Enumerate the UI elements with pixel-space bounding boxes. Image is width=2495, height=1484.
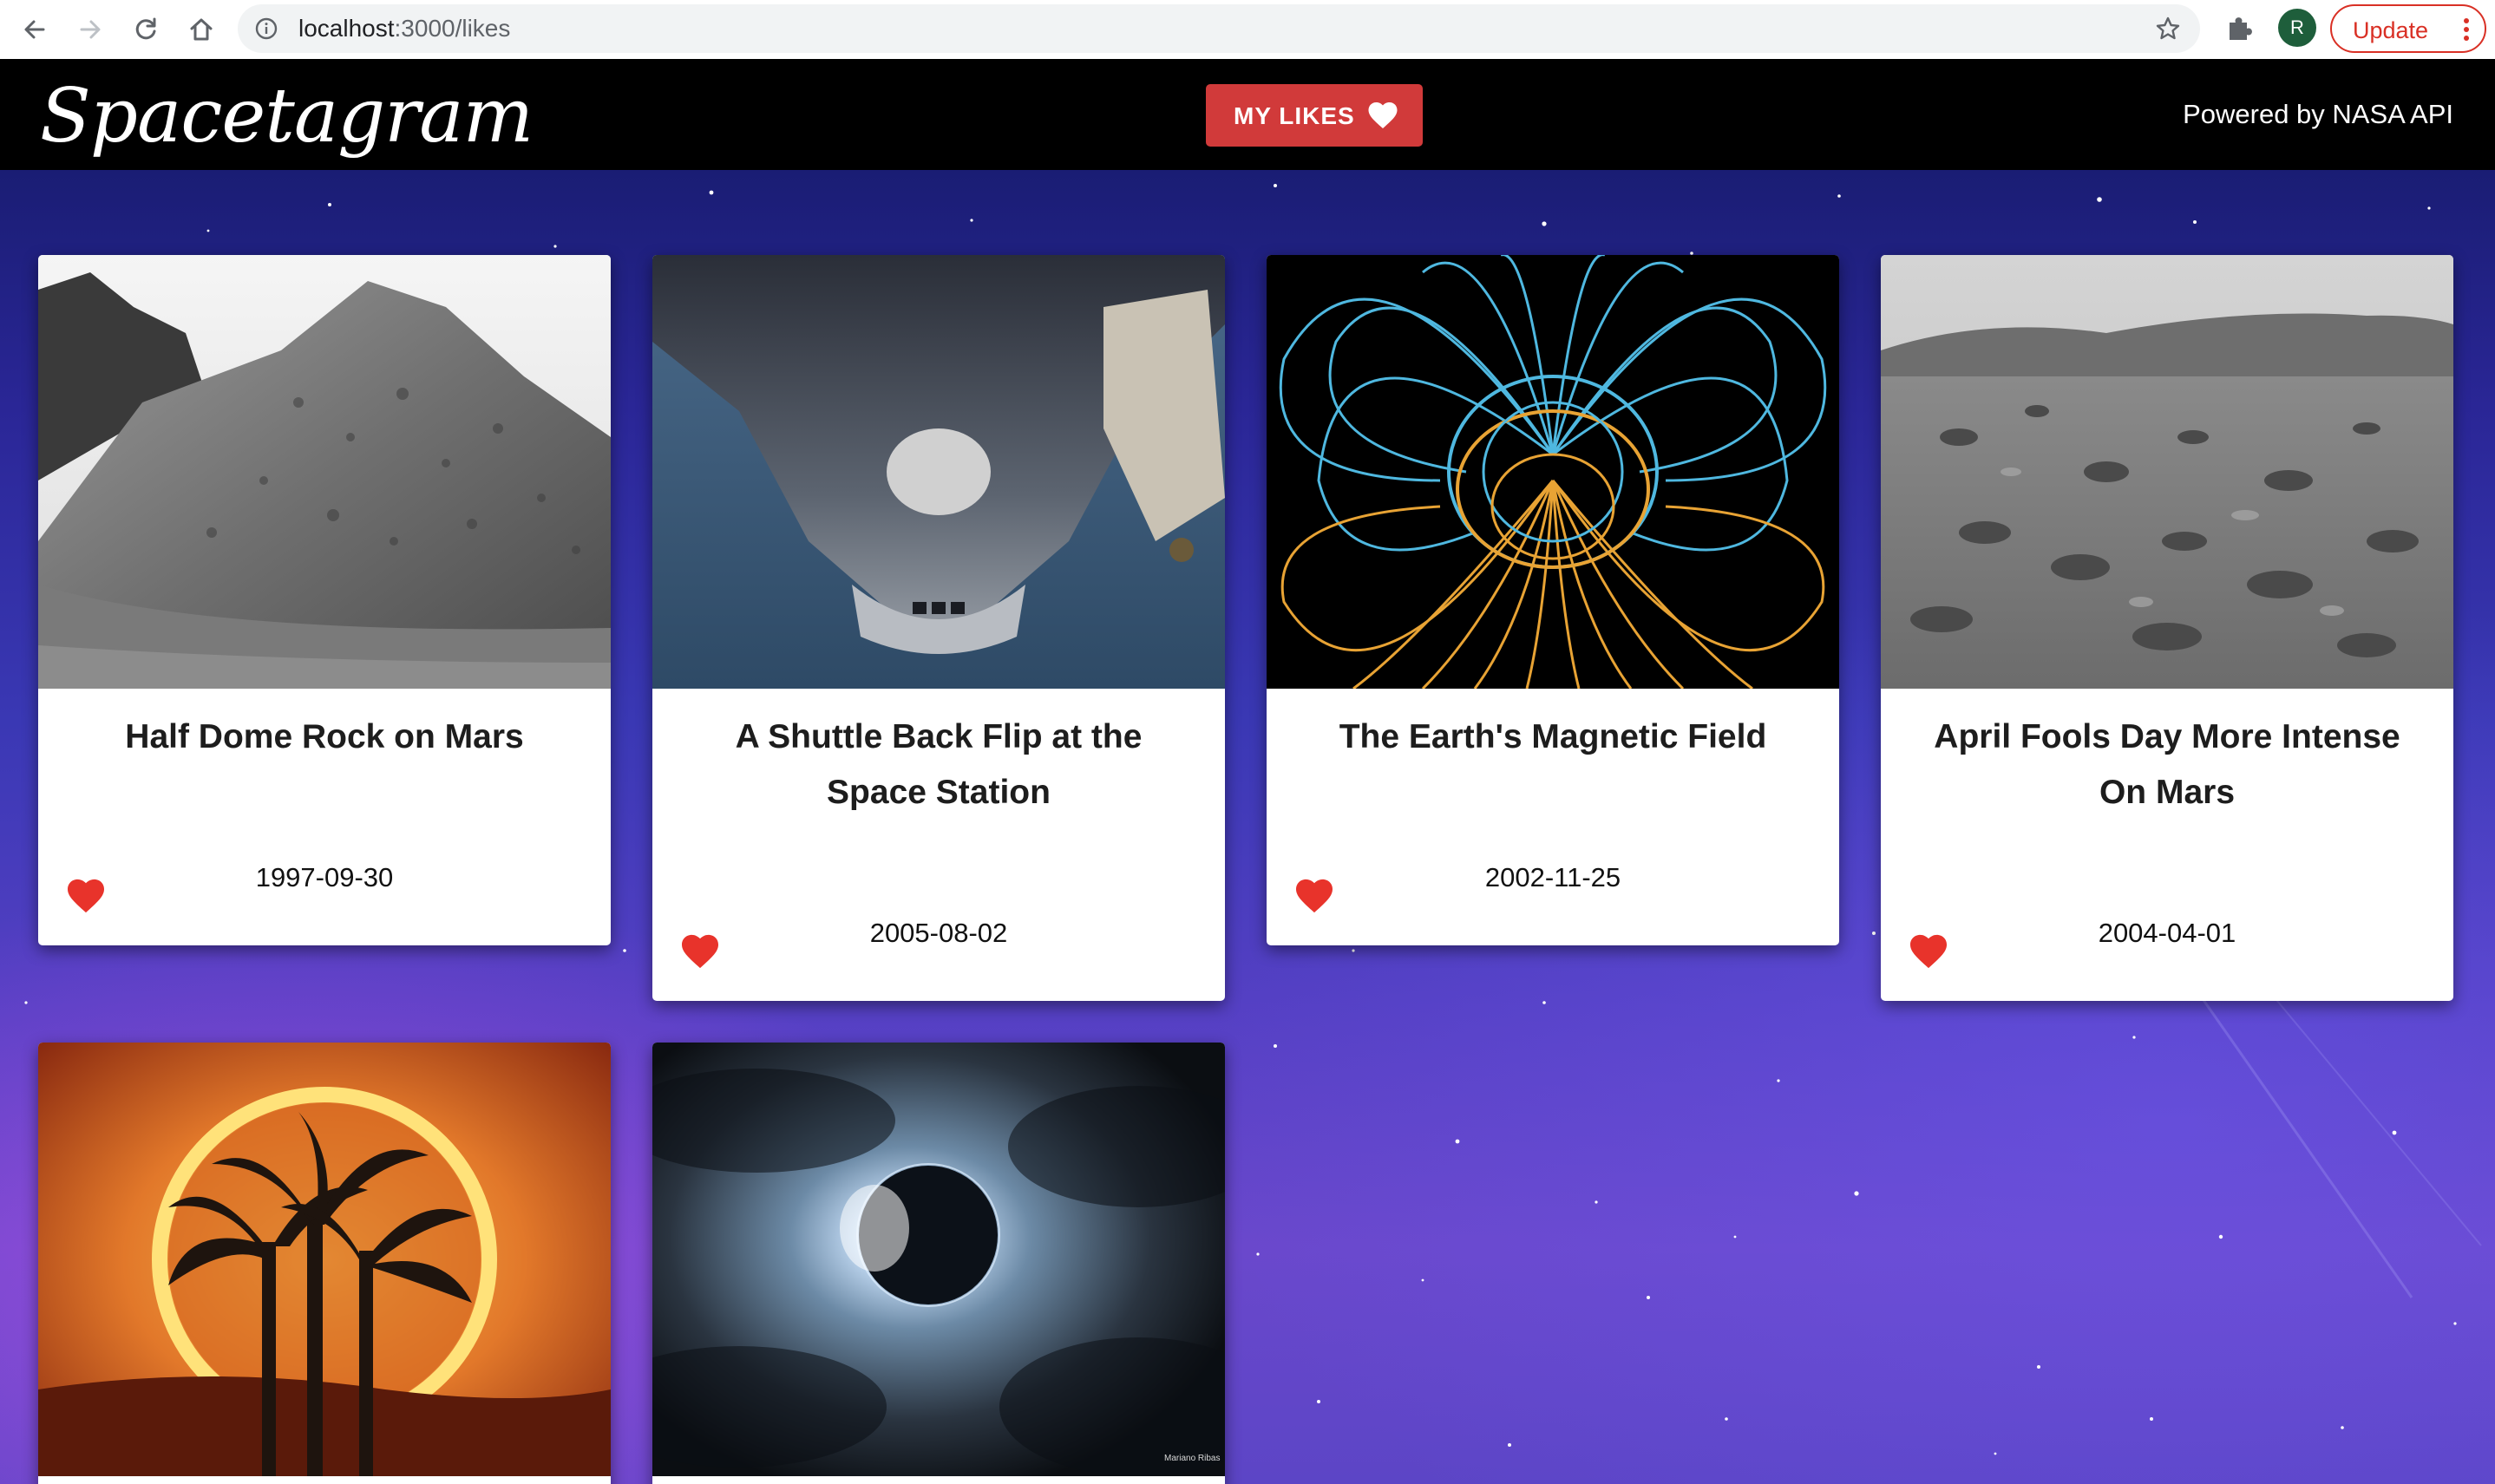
update-button[interactable]: Update xyxy=(2330,4,2486,53)
reload-button[interactable] xyxy=(123,7,168,52)
info-icon[interactable] xyxy=(255,17,278,40)
apod-card: Mariano Ribas xyxy=(652,1043,1225,1484)
card-image[interactable] xyxy=(652,255,1225,689)
card-title: Half Dome Rock on Mars xyxy=(125,718,524,755)
card-image[interactable]: Mariano Ribas xyxy=(652,1043,1225,1476)
apod-card: The Earth's Magnetic Field 2002-11-25 xyxy=(1267,255,1839,945)
reload-icon xyxy=(135,17,156,40)
address-bar[interactable]: localhost:3000/likes xyxy=(238,4,2200,53)
card-image[interactable] xyxy=(38,255,611,689)
card-date: 2004-04-01 xyxy=(2098,918,2236,948)
card-title: The Earth's Magnetic Field xyxy=(1339,718,1767,755)
url-host: localhost xyxy=(298,15,395,42)
apod-card: April Fools Day More Intense On Mars 200… xyxy=(1881,255,2453,1001)
my-likes-button[interactable]: MY LIKES xyxy=(1206,84,1423,147)
url-path: :3000/likes xyxy=(394,15,511,42)
apod-card: A Shuttle Back Flip at the Space Station… xyxy=(652,255,1225,1001)
card-date: 2002-11-25 xyxy=(1484,862,1621,892)
heart-icon[interactable] xyxy=(1909,933,1948,970)
heart-icon[interactable] xyxy=(680,933,720,970)
heart-icon xyxy=(1368,102,1398,128)
powered-by-text: Powered by NASA API xyxy=(2183,99,2453,129)
card-image[interactable] xyxy=(38,1043,611,1476)
kebab-menu-icon xyxy=(2464,18,2469,41)
photo-credit: Mariano Ribas xyxy=(1164,1454,1220,1463)
heart-icon[interactable] xyxy=(66,878,106,914)
profile-avatar[interactable]: R xyxy=(2278,9,2316,47)
space-background: Half Dome Rock on Mars 1997-09-30 A Shut… xyxy=(0,170,2495,1484)
update-label: Update xyxy=(2353,17,2429,43)
card-date: 1997-09-30 xyxy=(255,862,394,892)
app-header: Spacetagram MY LIKES Powered by NASA API xyxy=(0,59,2495,170)
home-icon xyxy=(190,18,213,41)
heart-icon[interactable] xyxy=(1294,878,1334,914)
card-title: A Shuttle Back Flip at the Space Station xyxy=(735,718,1143,811)
my-likes-label: MY LIKES xyxy=(1234,102,1355,129)
card-image[interactable] xyxy=(1881,255,2453,689)
apod-card xyxy=(38,1043,611,1484)
star-icon[interactable] xyxy=(2155,16,2181,42)
home-button[interactable] xyxy=(179,7,224,52)
card-image[interactable] xyxy=(1267,255,1839,689)
card-title: April Fools Day More Intense On Mars xyxy=(1934,718,2400,811)
logo[interactable]: Spacetagram xyxy=(40,73,534,160)
extensions-icon[interactable] xyxy=(2223,10,2257,45)
forward-button[interactable] xyxy=(68,7,113,52)
arrow-left-icon xyxy=(24,20,45,39)
browser-toolbar: localhost:3000/likes R Update xyxy=(0,0,2495,59)
card-date: 2005-08-02 xyxy=(869,918,1008,948)
apod-card: Half Dome Rock on Mars 1997-09-30 xyxy=(38,255,611,945)
url-text[interactable]: localhost:3000/likes xyxy=(298,15,510,42)
arrow-right-icon xyxy=(80,20,101,39)
back-button[interactable] xyxy=(12,7,57,52)
